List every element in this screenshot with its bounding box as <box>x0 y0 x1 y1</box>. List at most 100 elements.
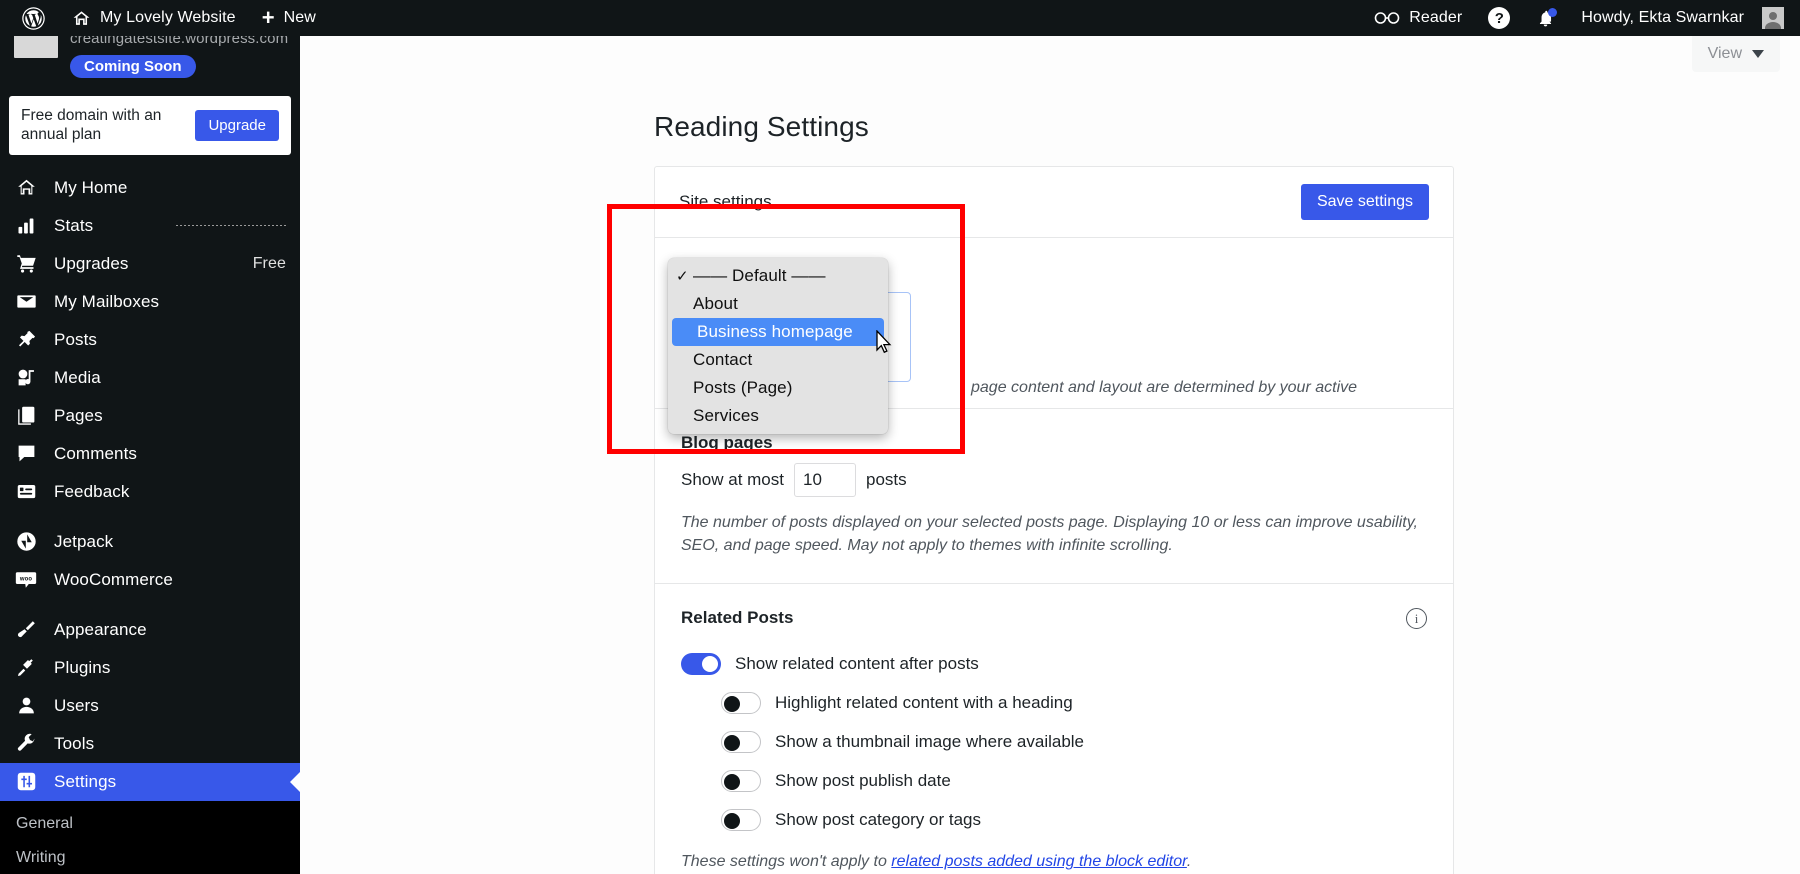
notifications-button[interactable] <box>1523 0 1568 36</box>
toggle-switch[interactable] <box>721 731 761 754</box>
sidebar-item-stats[interactable]: Stats <box>0 207 300 245</box>
site-settings-section: Site settings Save settings <box>655 167 1453 238</box>
sidebar-item-comments[interactable]: Comments <box>0 435 300 473</box>
dropdown-option-label: Business homepage <box>697 322 853 341</box>
toggle-switch[interactable] <box>681 653 721 676</box>
sidebar-item-appearance[interactable]: Appearance <box>0 611 300 649</box>
account-button[interactable]: Howdy, Ekta Swarnkar <box>1568 0 1790 36</box>
sidebar-item-feedback[interactable]: Feedback <box>0 473 300 511</box>
info-icon[interactable]: i <box>1406 608 1427 630</box>
sidebar-item-media[interactable]: Media <box>0 359 300 397</box>
woocommerce-icon: woo <box>14 568 38 592</box>
pages-icon <box>14 404 38 428</box>
masterbar-right: Reader ? Howdy, Ekta Swarnkar <box>1361 0 1800 36</box>
toggle-show-thumbnail[interactable]: Show a thumbnail image where available <box>721 731 1427 754</box>
toggle-knob <box>724 735 740 752</box>
blog-pages-section: Blog pages Show at most posts The number… <box>655 409 1453 585</box>
toggle-switch[interactable] <box>721 692 761 715</box>
submenu-item-general[interactable]: General <box>0 807 300 841</box>
dropdown-option-contact[interactable]: Contact <box>668 346 888 374</box>
sidebar-item-my-home[interactable]: My Home <box>0 169 300 207</box>
posts-per-page-input[interactable] <box>794 463 856 497</box>
sidebar-item-my-mailboxes[interactable]: My Mailboxes <box>0 283 300 321</box>
wordpress-logo-button[interactable] <box>8 0 59 36</box>
toggle-show-publish-date[interactable]: Show post publish date <box>721 770 1427 793</box>
block-editor-link[interactable]: related posts added using the block edit… <box>891 853 1187 870</box>
dropdown-option-label: About <box>693 294 738 313</box>
posts-per-page-row: Show at most posts <box>681 463 1427 497</box>
toggle-switch[interactable] <box>721 770 761 793</box>
sidebar-item-tools[interactable]: Tools <box>0 725 300 763</box>
masterbar-left: My Lovely Website + New <box>0 0 329 36</box>
toggle-show-category-tags[interactable]: Show post category or tags <box>721 809 1427 832</box>
upgrade-banner-text: Free domain with an annual plan <box>21 107 162 144</box>
masterbar: My Lovely Website + New Reader ? Howdy, … <box>0 0 1800 36</box>
related-posts-title: Related Posts <box>681 608 794 628</box>
cart-icon <box>14 252 38 276</box>
comment-icon <box>14 442 38 466</box>
home-icon <box>72 9 91 28</box>
sidebar-item-plugins[interactable]: Plugins <box>0 649 300 687</box>
toggle-label: Show a thumbnail image where available <box>775 732 1085 752</box>
sidebar-item-label: My Home <box>54 177 128 197</box>
sidebar-item-label: Appearance <box>54 619 147 639</box>
help-icon: ? <box>1488 7 1511 29</box>
sidebar-item-label: Media <box>54 367 101 387</box>
toggle-knob <box>724 774 740 791</box>
homepage-select-dropdown[interactable]: ✓ —— Default —— About Business homepage … <box>668 258 888 434</box>
dropdown-option-posts-page[interactable]: Posts (Page) <box>668 374 888 402</box>
sidebar-item-label: Users <box>54 695 99 715</box>
sidebar: creatingatestsite.wordpress.com Coming S… <box>0 36 300 874</box>
sidebar-item-label: Settings <box>54 771 117 791</box>
dropdown-option-about[interactable]: About <box>668 290 888 318</box>
toggle-show-related-content[interactable]: Show related content after posts <box>681 653 1427 676</box>
sidebar-item-woocommerce[interactable]: woo WooCommerce <box>0 561 300 599</box>
related-posts-body: Related Posts i Show related content aft… <box>655 584 1453 874</box>
sidebar-item-settings[interactable]: Settings <box>0 762 300 801</box>
sidebar-item-posts[interactable]: Posts <box>0 321 300 359</box>
nav-separator <box>0 599 300 611</box>
sidebar-item-label: Plugins <box>54 657 111 677</box>
dropdown-option-services[interactable]: Services <box>668 402 888 430</box>
site-url: creatingatestsite.wordpress.com <box>70 36 289 47</box>
view-button[interactable]: View <box>1691 36 1780 72</box>
reader-button[interactable]: Reader <box>1361 0 1475 36</box>
toggle-switch[interactable] <box>721 809 761 832</box>
upgrade-button[interactable]: Upgrade <box>195 109 279 141</box>
help-button[interactable]: ? <box>1475 0 1523 36</box>
envelope-icon <box>14 290 38 314</box>
new-post-button[interactable]: + New <box>249 0 329 36</box>
submenu-item-writing[interactable]: Writing <box>0 841 300 874</box>
dropdown-option-business-homepage[interactable]: Business homepage <box>672 318 884 346</box>
save-settings-button[interactable]: Save settings <box>1300 184 1429 220</box>
app-screen: My Lovely Website + New Reader ? Howdy, … <box>0 0 1800 874</box>
toggle-knob <box>702 656 718 673</box>
sidebar-item-jetpack[interactable]: Jetpack <box>0 523 300 561</box>
related-posts-footnote: These settings won't apply to related po… <box>681 853 1427 871</box>
sidebar-item-label: WooCommerce <box>54 569 173 589</box>
sidebar-item-label: Posts <box>54 329 98 349</box>
user-icon <box>14 694 38 718</box>
plus-icon: + <box>261 5 275 30</box>
sidebar-item-upgrades[interactable]: Upgrades Free <box>0 245 300 283</box>
sidebar-item-pages[interactable]: Pages <box>0 397 300 435</box>
sidebar-item-label: Upgrades <box>54 253 129 273</box>
site-header[interactable]: creatingatestsite.wordpress.com Coming S… <box>0 36 300 78</box>
site-name-button[interactable]: My Lovely Website <box>59 0 249 36</box>
blog-pages-body: Blog pages Show at most posts The number… <box>655 409 1453 583</box>
toggle-knob <box>724 813 740 830</box>
main-content: View Reading Settings Site settings Save… <box>300 36 1800 874</box>
pin-icon <box>14 328 38 352</box>
related-posts-section: Related Posts i Show related content aft… <box>655 584 1453 874</box>
feedback-icon <box>14 480 38 504</box>
sidebar-item-badge: Free <box>252 254 286 272</box>
toggle-label: Show post publish date <box>775 771 951 791</box>
bar-chart-icon <box>14 214 38 238</box>
coming-soon-badge: Coming Soon <box>70 55 196 78</box>
sidebar-item-users[interactable]: Users <box>0 687 300 725</box>
dropdown-option-default[interactable]: ✓ —— Default —— <box>668 262 888 290</box>
toggle-highlight-heading[interactable]: Highlight related content with a heading <box>721 692 1427 715</box>
svg-text:woo: woo <box>19 576 32 582</box>
blog-pages-hint: The number of posts displayed on your se… <box>681 514 1418 555</box>
footnote-prefix: These settings won't apply to <box>681 853 892 871</box>
